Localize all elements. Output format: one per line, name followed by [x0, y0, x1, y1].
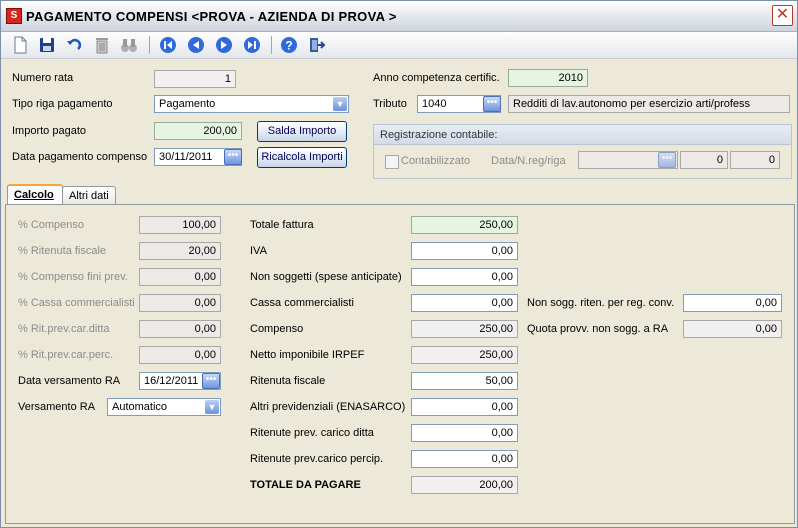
middle-field-value[interactable]: 250,00	[411, 216, 518, 234]
totale-da-pagare-label: TOTALE DA PAGARE	[250, 479, 361, 491]
middle-field-value[interactable]: 0,00	[411, 398, 518, 416]
middle-field-value[interactable]: 0,00	[411, 424, 518, 442]
middle-field-value: 250,00	[411, 346, 518, 364]
middle-field-label: Cassa commercialisti	[250, 297, 354, 309]
salda-importo-button[interactable]: Salda Importo	[257, 121, 347, 142]
importo-pagato-field[interactable]: 200,00	[154, 122, 242, 140]
numero-rata-field[interactable]: 1	[154, 70, 236, 88]
middle-field-label: Totale fattura	[250, 219, 314, 231]
tributo-description-field: Redditi di lav.autonomo per esercizio ar…	[508, 95, 790, 113]
chevron-down-icon[interactable]: ▼	[205, 400, 219, 414]
toolbar-separator	[271, 36, 272, 54]
right-field-value: 0,00	[683, 320, 782, 338]
undo-icon[interactable]	[64, 35, 84, 55]
tributo-code-value: 1040	[422, 98, 447, 110]
anno-competenza-field[interactable]: 2010	[508, 69, 588, 87]
ricalcola-importi-button[interactable]: Ricalcola Importi	[257, 147, 347, 168]
right-field-label: Non sogg. riten. per reg. conv.	[527, 297, 675, 309]
right-field-label: Quota provv. non sogg. a RA	[527, 323, 669, 335]
data-nreg-riga-label: Data/N.reg/riga	[491, 155, 566, 167]
first-record-icon[interactable]	[158, 35, 178, 55]
toolbar-separator	[149, 36, 150, 54]
calcolo-panel	[5, 204, 795, 524]
versamento-ra-select[interactable]: Automatico ▼	[107, 398, 221, 416]
svg-text:?: ?	[285, 39, 292, 53]
middle-field-label: Altri previdenziali (ENASARCO)	[250, 401, 406, 413]
middle-field-label: IVA	[250, 245, 267, 257]
app-icon: S	[6, 8, 22, 24]
middle-field-value[interactable]: 0,00	[411, 450, 518, 468]
middle-field-label: Ritenute prev.carico percip.	[250, 453, 384, 465]
data-versamento-label: Data versamento RA	[18, 375, 121, 387]
left-field-value[interactable]: 0,00	[139, 294, 221, 312]
middle-field-label: Compenso	[250, 323, 304, 335]
exit-icon[interactable]	[306, 35, 326, 55]
left-field-value[interactable]: 100,00	[139, 216, 221, 234]
registrazione-contabile-group: Registrazione contabile: Contabilizzato …	[373, 124, 792, 179]
delete-icon[interactable]	[92, 35, 112, 55]
middle-field-value: 250,00	[411, 320, 518, 338]
registrazione-contabile-title: Registrazione contabile:	[374, 125, 791, 145]
close-button[interactable]: ✕	[772, 5, 793, 26]
tipo-riga-select[interactable]: Pagamento ▼	[154, 95, 349, 113]
tab-calcolo[interactable]: Calcolo	[7, 184, 63, 206]
anno-competenza-label: Anno competenza certific.	[373, 72, 500, 84]
importo-pagato-label: Importo pagato	[12, 125, 86, 137]
left-field-value[interactable]: 20,00	[139, 242, 221, 260]
contabilizzato-label: Contabilizzato	[401, 155, 471, 167]
left-field-label: % Ritenuta fiscale	[18, 245, 107, 257]
chevron-down-icon[interactable]: ▼	[333, 97, 347, 111]
tributo-label: Tributo	[373, 98, 407, 110]
middle-field-value[interactable]: 0,00	[411, 268, 518, 286]
middle-field-value[interactable]: 0,00	[411, 294, 518, 312]
versamento-ra-value: Automatico	[112, 401, 168, 413]
data-reg-picker-icon[interactable]: •••	[658, 152, 676, 168]
last-record-icon[interactable]	[242, 35, 262, 55]
left-field-value[interactable]: 0,00	[139, 320, 221, 338]
totale-da-pagare-value: 200,00	[411, 476, 518, 494]
middle-field-label: Netto imponibile IRPEF	[250, 349, 365, 361]
main-window: S PAGAMENTO COMPENSI <PROVA - AZIENDA DI…	[0, 0, 798, 528]
save-icon[interactable]	[37, 35, 57, 55]
title-bar: S PAGAMENTO COMPENSI <PROVA - AZIENDA DI…	[1, 1, 797, 32]
data-pagamento-label: Data pagamento compenso	[12, 151, 148, 163]
tab-altri-dati[interactable]: Altri dati	[62, 186, 116, 206]
calendar-picker-icon[interactable]: •••	[202, 373, 220, 389]
versamento-ra-label: Versamento RA	[18, 401, 96, 413]
contabilizzato-checkbox[interactable]	[385, 155, 399, 169]
nreg-field[interactable]: 0	[680, 151, 728, 169]
left-field-label: % Rit.prev.car.perc.	[18, 349, 114, 361]
left-field-label: % Rit.prev.car.ditta	[18, 323, 110, 335]
middle-field-value[interactable]: 50,00	[411, 372, 518, 390]
next-record-icon[interactable]	[214, 35, 234, 55]
left-field-value[interactable]: 0,00	[139, 268, 221, 286]
new-document-icon[interactable]	[10, 35, 30, 55]
tipo-riga-value: Pagamento	[159, 98, 216, 110]
middle-field-label: Ritenute prev. carico ditta	[250, 427, 374, 439]
calendar-picker-icon[interactable]: •••	[224, 149, 242, 165]
left-field-label: % Compenso	[18, 219, 85, 231]
middle-field-value[interactable]: 0,00	[411, 242, 518, 260]
left-field-label: % Compenso fini prev.	[18, 271, 128, 283]
help-icon[interactable]: ?	[279, 35, 299, 55]
tributo-lookup-icon[interactable]: •••	[483, 96, 501, 112]
middle-field-label: Non soggetti (spese anticipate)	[250, 271, 402, 283]
left-field-label: % Cassa commercialisti	[18, 297, 135, 309]
left-field-value[interactable]: 0,00	[139, 346, 221, 364]
data-pagamento-value: 30/11/2011	[159, 151, 213, 163]
riga-field[interactable]: 0	[730, 151, 780, 169]
toolbar: ?	[1, 32, 797, 59]
right-field-value[interactable]: 0,00	[683, 294, 782, 312]
search-binoculars-icon[interactable]	[119, 35, 139, 55]
previous-record-icon[interactable]	[186, 35, 206, 55]
tipo-riga-label: Tipo riga pagamento	[12, 98, 113, 110]
window-title: PAGAMENTO COMPENSI <PROVA - AZIENDA DI P…	[26, 9, 397, 24]
middle-field-label: Ritenuta fiscale	[250, 375, 326, 387]
numero-rata-label: Numero rata	[12, 72, 74, 84]
data-versamento-value: 16/12/2011	[144, 375, 199, 387]
